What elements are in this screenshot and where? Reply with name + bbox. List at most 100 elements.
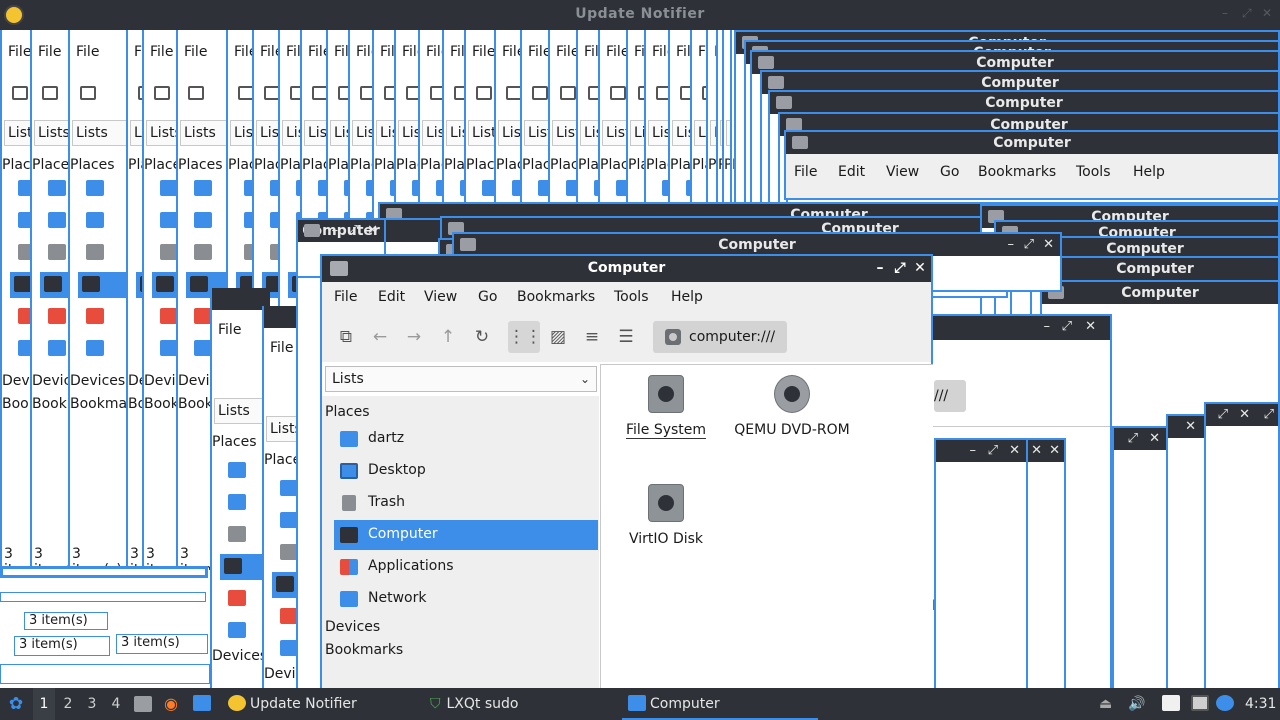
new-tab-icon: [12, 86, 28, 100]
places-header[interactable]: Places: [325, 404, 370, 420]
sidebar-item-desktop[interactable]: Desktop: [334, 456, 598, 486]
desktop-switch-2[interactable]: 2: [57, 688, 79, 720]
folder-icon: [776, 96, 792, 109]
start-menu-icon[interactable]: ✿: [4, 688, 28, 720]
place-icon: [82, 276, 100, 292]
device-file-system[interactable]: File System: [601, 369, 731, 459]
places-header: Places: [2, 157, 32, 173]
side-pane-mode-select: Lists: [398, 120, 420, 146]
window-titlebar: Computer: [1032, 258, 1278, 280]
side-pane-mode-select: Lists: [580, 120, 600, 146]
up-arrow-icon[interactable]: ↑: [432, 321, 464, 353]
optical-disc-icon: [774, 375, 810, 413]
task-computer[interactable]: Computer: [622, 688, 818, 720]
desktop-launcher-icon[interactable]: [193, 688, 215, 720]
location-path-button[interactable]: computer:///: [653, 321, 787, 353]
shield-icon: ⛉: [430, 696, 441, 712]
desktop-switch-1[interactable]: 1: [33, 688, 55, 720]
sidebar-item-trash[interactable]: Trash: [334, 488, 598, 518]
task-lxqt-sudo[interactable]: ⛉ LXQt sudo: [424, 688, 624, 720]
menu-view[interactable]: View: [424, 289, 457, 305]
clipboard-icon[interactable]: [1162, 688, 1182, 720]
places-header: Places: [280, 157, 302, 173]
window-titlebar: Computer: [770, 92, 1278, 114]
sidebar-item-home[interactable]: dartz: [334, 424, 598, 454]
new-tab-icon[interactable]: ⧉: [330, 321, 362, 353]
minimize-button[interactable]: –: [870, 258, 890, 278]
menu-file: File: [308, 44, 328, 60]
task-update-notifier[interactable]: Update Notifier: [222, 688, 422, 720]
sidebar-item-network[interactable]: Network: [334, 584, 598, 614]
maximize-button[interactable]: ⤢: [890, 258, 910, 278]
computer-icon: [340, 527, 358, 543]
compact-view-icon[interactable]: ≡: [576, 321, 608, 353]
devices-header[interactable]: Devices: [325, 619, 380, 635]
side-pane-mode-select: Lists: [672, 120, 692, 146]
places-header: Places: [466, 157, 496, 173]
menu-bookmarks[interactable]: Bookmarks: [517, 289, 595, 305]
close-button[interactable]: ✕: [910, 258, 930, 278]
back-arrow-icon[interactable]: ←: [364, 321, 396, 353]
icon-view-icon[interactable]: ⋮⋮: [508, 321, 542, 353]
menu-go[interactable]: Go: [478, 289, 497, 305]
detailed-list-view-icon[interactable]: ☰: [610, 321, 642, 353]
volume-icon[interactable]: 🔊: [1128, 688, 1146, 720]
menu-help[interactable]: Help: [671, 289, 703, 305]
sidebar-item: [156, 208, 178, 234]
sidebar-item-applications[interactable]: Applications: [334, 552, 598, 582]
places-header: Places: [420, 157, 444, 173]
minimize-icon[interactable]: –: [1222, 6, 1228, 20]
network-tray-icon[interactable]: [1191, 688, 1211, 720]
home-folder-icon: [340, 431, 358, 447]
side-pane-mode-select: Lists: [648, 120, 670, 146]
sidebar-item: [190, 208, 228, 234]
desktop-switch-3[interactable]: 3: [81, 688, 103, 720]
place-icon: [86, 308, 104, 324]
menu-file: File: [8, 44, 32, 60]
places-header: Places: [302, 157, 328, 173]
new-tab-icon: [532, 86, 548, 100]
bookmarks-header[interactable]: Bookmarks: [325, 642, 403, 658]
side-pane-mode-select: Lists: [72, 120, 128, 146]
folder-view[interactable]: File System QEMU DVD-ROM VirtIO Disk: [600, 364, 933, 690]
computer-file-manager-window[interactable]: Computer – ⤢ ✕ File Edit View Go Bookmar…: [320, 254, 933, 690]
bookmarks-header: Bookmarks: [2, 396, 32, 412]
drive-icon: [648, 375, 684, 413]
menu-bar: File Edit View Go Bookmarks Tools Help: [322, 282, 931, 312]
sidebar-item-computer[interactable]: Computer: [334, 520, 598, 550]
clock[interactable]: 4:31: [1245, 688, 1277, 720]
menu-edit[interactable]: Edit: [378, 289, 405, 305]
sidebar-item: [156, 336, 178, 362]
place-icon: [86, 340, 104, 356]
devices-header: Devices: [2, 373, 32, 389]
menu-file[interactable]: File: [334, 289, 357, 305]
stacked-computer-window: Computer File Edit View Go Bookmarks Tools Help: [784, 130, 1280, 200]
menu-item: Go: [940, 164, 960, 180]
forward-arrow-icon[interactable]: →: [398, 321, 430, 353]
menu-tools[interactable]: Tools: [614, 289, 649, 305]
file-manager-launcher-icon[interactable]: [134, 688, 154, 720]
places-header: Places: [374, 157, 396, 173]
reload-icon[interactable]: ↻: [466, 321, 498, 353]
new-tab-icon: [610, 86, 626, 100]
new-tab-icon: [80, 86, 96, 100]
thumbnail-view-icon[interactable]: ▨: [542, 321, 574, 353]
stale-fragment: [0, 664, 210, 684]
window-titlebar[interactable]: Computer – ⤢ ✕: [322, 256, 931, 282]
sidebar-item: [82, 304, 128, 330]
sidebar-item: [156, 176, 178, 202]
desktop-switch-4[interactable]: 4: [105, 688, 127, 720]
device-qemu-dvd-rom[interactable]: QEMU DVD-ROM: [727, 369, 857, 459]
place-icon: [156, 276, 174, 292]
eject-icon[interactable]: ⏏: [1099, 688, 1117, 720]
notification-icon[interactable]: [1216, 688, 1236, 720]
firefox-launcher-icon[interactable]: ◉: [164, 688, 184, 720]
close-icon[interactable]: ✕: [1262, 6, 1272, 20]
network-icon: [340, 591, 358, 607]
device-virtio-disk[interactable]: VirtIO Disk: [601, 478, 731, 568]
new-tab-icon: [476, 86, 492, 100]
maximize-icon[interactable]: ⤢: [1242, 6, 1252, 21]
bookmarks-header: Bookmarks: [70, 396, 128, 412]
places-header: Places: [600, 157, 628, 173]
side-pane-mode-select[interactable]: Lists ⌄: [325, 366, 597, 392]
